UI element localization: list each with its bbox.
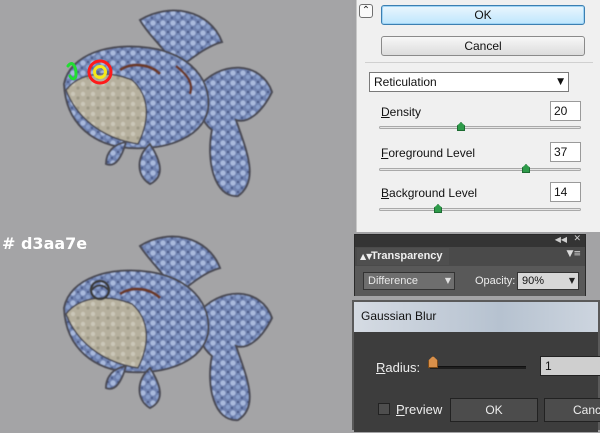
chevron-down-icon: ▼: [557, 77, 564, 87]
chevron-up-icon[interactable]: ⌃: [359, 4, 373, 18]
dialog-title: Gaussian Blur: [354, 302, 598, 332]
background-level-slider-thumb[interactable]: [434, 204, 442, 213]
foreground-level-input[interactable]: 37: [550, 142, 581, 162]
preview-checkbox[interactable]: [378, 403, 390, 415]
opacity-label: Opacity:: [475, 275, 516, 287]
background-level-label: Background Level: [381, 186, 478, 200]
preview-label[interactable]: Preview: [396, 402, 442, 417]
background-level-input[interactable]: 14: [550, 182, 581, 202]
collapse-panel-icon[interactable]: ◀◀: [555, 235, 567, 244]
cancel-button[interactable]: Cancel: [381, 36, 585, 56]
hex-color-caption: # d3aa7e: [2, 234, 88, 253]
blend-mode-value: Difference: [368, 275, 418, 287]
density-slider-thumb[interactable]: [457, 122, 465, 131]
foreground-level-label: Foreground Level: [381, 146, 476, 160]
density-label: Density: [381, 105, 422, 119]
density-input[interactable]: 20: [550, 101, 581, 121]
close-icon[interactable]: ✕: [573, 234, 581, 244]
panel-menu-icon[interactable]: ▼≡: [567, 249, 581, 259]
blend-mode-select[interactable]: Difference ▼: [363, 272, 455, 290]
opacity-input[interactable]: 90% ▼: [517, 272, 579, 290]
density-slider[interactable]: [379, 122, 581, 131]
tab-transparency-label: Transparency: [371, 250, 443, 262]
panel-topbar: ◀◀ ✕: [355, 234, 585, 247]
filter-gallery-panel: ⌃ OK Cancel Reticulation ▼ Density 20 Fo…: [356, 0, 600, 232]
chevron-down-icon[interactable]: ▼: [569, 273, 575, 289]
fish-top: [62, 9, 274, 198]
fish-bottom: [62, 235, 274, 422]
radius-slider-thumb[interactable]: [428, 356, 438, 368]
cancel-button[interactable]: Canc: [544, 398, 600, 422]
artboard: # d3aa7e: [0, 0, 352, 430]
foreground-level-slider[interactable]: [379, 164, 581, 173]
ok-button[interactable]: OK: [450, 398, 538, 422]
dialog-body: Radius: 1 Preview OK Canc: [354, 332, 600, 432]
transparency-controls: Difference ▼ Opacity: 90% ▼: [355, 266, 585, 296]
fish-artwork: [62, 9, 274, 422]
divider: [365, 62, 593, 63]
gaussian-blur-dialog: Gaussian Blur Radius: 1 Preview OK Canc: [352, 300, 600, 432]
chevron-down-icon: ▼: [444, 276, 451, 285]
panel-options-toggle-icon: ▲▼: [360, 252, 373, 261]
transparency-panel: ◀◀ ✕ ▲▼ Transparency ▼≡ Difference ▼ Opa…: [354, 234, 586, 296]
filter-select-value: Reticulation: [374, 75, 437, 89]
opacity-value: 90%: [522, 275, 545, 287]
foreground-level-slider-thumb[interactable]: [522, 164, 530, 173]
radius-label: Radius:: [376, 360, 421, 375]
background-level-slider[interactable]: [379, 204, 581, 213]
radius-slider[interactable]: [430, 366, 526, 369]
radius-input[interactable]: 1: [540, 356, 600, 376]
tab-transparency[interactable]: ▲▼ Transparency: [357, 248, 449, 265]
ok-button[interactable]: OK: [381, 5, 585, 25]
filter-select[interactable]: Reticulation ▼: [369, 72, 569, 92]
